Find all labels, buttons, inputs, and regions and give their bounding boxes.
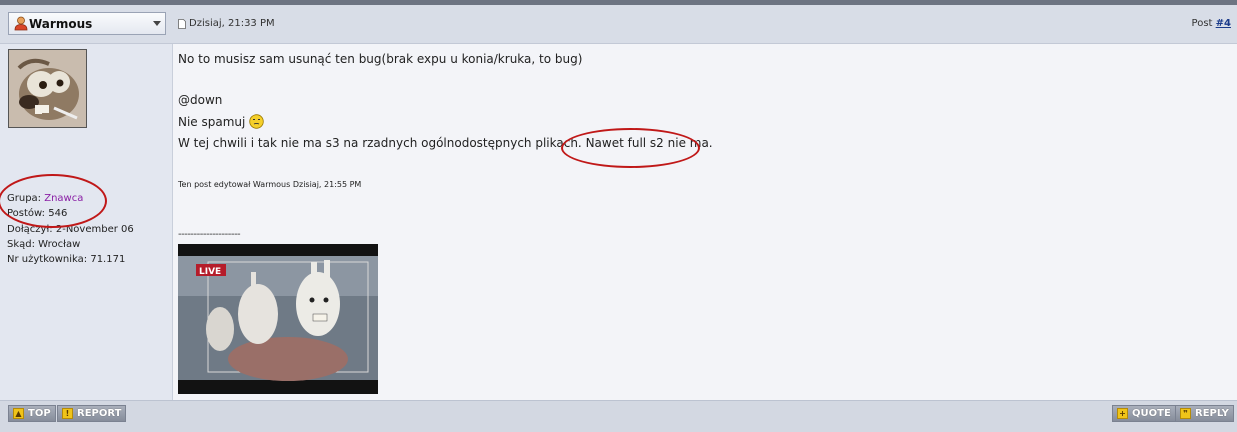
post-label: Post [1191, 18, 1216, 29]
reply-button-label: REPLY [1195, 408, 1229, 419]
post-body: No to musisz sam usunąć ten bug(brak exp… [173, 44, 1237, 400]
body-line-3-text: Nie spamuj [178, 115, 246, 129]
report-button-label: REPORT [77, 408, 122, 419]
body-line-1: No to musisz sam usunąć ten bug(brak exp… [178, 52, 583, 66]
avatar-image [9, 50, 86, 127]
body-line-4a: W tej chwili i tak nie ma s3 na rzadnych… [178, 136, 586, 150]
user-icon [14, 16, 28, 31]
group-value: Znawca [44, 193, 84, 204]
arrow-up-icon: ▲ [13, 408, 24, 419]
post-footer [0, 400, 1237, 432]
quote-button-label: QUOTE [1132, 408, 1171, 419]
smiley-icon [249, 114, 265, 129]
user-info: Grupa: Znawca Postów: 546 Dołączył: 2-No… [7, 191, 134, 267]
signature-picture: LIVE [178, 244, 378, 394]
body-line-4b: Nawet full s2 nie ma. [585, 136, 713, 150]
quote-marks-icon: ❞ [1180, 408, 1191, 419]
signature-separator: -------------------- [178, 229, 241, 240]
exclamation-icon: ! [62, 408, 73, 419]
body-line-2: @down [178, 93, 223, 107]
group-label: Grupa: [7, 193, 45, 204]
post-header: Warmous Dzisiaj, 21:33 PM Post #4 [0, 5, 1237, 44]
user-location: Skąd: Wrocław [7, 238, 81, 250]
author-sidebar: Grupa: Znawca Postów: 546 Dołączył: 2-No… [0, 44, 173, 400]
live-badge: LIVE [199, 267, 221, 277]
body-line-4: W tej chwili i tak nie ma s3 na rzadnych… [178, 136, 713, 150]
avatar[interactable] [8, 49, 87, 128]
user-number: Nr użytkownika: 71.171 [7, 254, 126, 266]
plus-icon: + [1117, 408, 1128, 419]
page-icon [178, 18, 186, 29]
reply-button[interactable]: ❞ REPLY [1175, 405, 1234, 422]
report-button[interactable]: ! REPORT [57, 405, 127, 422]
post-number: Post #4 [1192, 18, 1231, 29]
user-joined: Dołączył: 2-November 06 [7, 223, 134, 235]
body-line-3: Nie spamuj [178, 114, 265, 129]
post-number-link[interactable]: #4 [1216, 18, 1231, 29]
username-dropdown[interactable]: Warmous [8, 12, 166, 35]
chevron-down-icon [153, 21, 161, 26]
username: Warmous [29, 16, 93, 31]
user-group: Grupa: Znawca [7, 191, 134, 206]
user-posts: Postów: 546 [7, 208, 68, 220]
edit-note: Ten post edytował Warmous Dzisiaj, 21:55… [178, 180, 362, 189]
top-button-label: TOP [28, 408, 51, 419]
signature-image: LIVE [178, 244, 378, 394]
post-date: Dzisiaj, 21:33 PM [178, 18, 275, 29]
post-date-text: Dzisiaj, 21:33 PM [189, 18, 275, 29]
top-button[interactable]: ▲ TOP [8, 405, 56, 422]
quote-button[interactable]: + QUOTE [1112, 405, 1176, 422]
